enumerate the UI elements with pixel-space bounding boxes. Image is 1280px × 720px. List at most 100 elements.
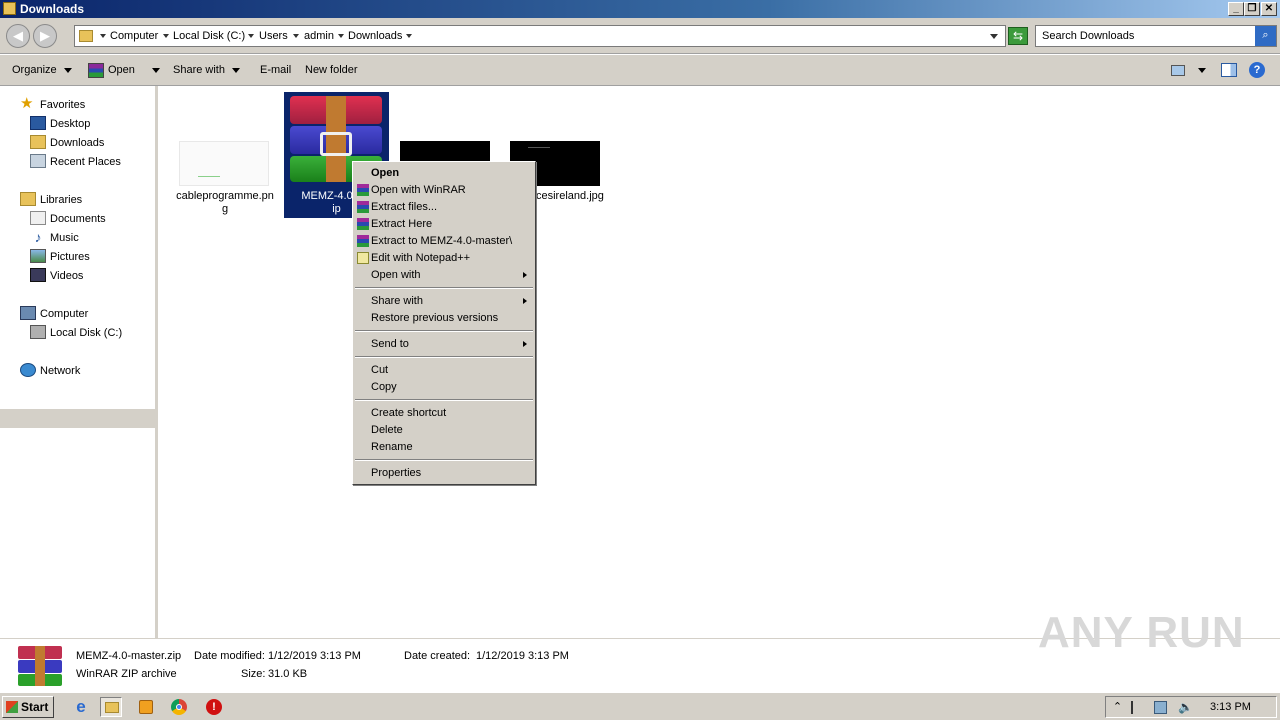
file-name-cont: g	[221, 203, 229, 215]
thumbnail-mark	[528, 147, 550, 148]
refresh-button[interactable]: ⇆	[1008, 27, 1028, 45]
nav-label: Desktop	[50, 118, 91, 130]
file-thumbnail[interactable]	[179, 141, 269, 186]
chevron-down-icon[interactable]	[248, 34, 254, 38]
address-bar[interactable]: Computer Local Disk (C:) Users admin Dow…	[74, 25, 1006, 47]
volume-icon[interactable]: 🔈	[1178, 701, 1193, 714]
chevron-down-icon[interactable]	[406, 34, 412, 38]
email-button[interactable]: E-mail	[260, 64, 291, 76]
chrome-icon[interactable]	[168, 697, 190, 717]
organize-button[interactable]: Organize	[12, 64, 72, 76]
breadcrumb-computer[interactable]: Computer	[110, 30, 158, 42]
menu-item-extract-to[interactable]: Extract to MEMZ-4.0-master\	[371, 235, 512, 247]
thumbnail-mark	[198, 176, 220, 177]
minimize-button[interactable]: _	[1228, 2, 1244, 16]
restore-button[interactable]: ❐	[1244, 2, 1260, 16]
taskbar: Start e ! ⌃ 🔈 3:13 PM	[0, 692, 1280, 720]
back-arrow-icon: ◀	[13, 28, 23, 43]
menu-item-edit-notepad[interactable]: Edit with Notepad++	[371, 252, 470, 264]
notepad-plus-plus-icon	[357, 252, 369, 264]
forward-button[interactable]: ▶	[33, 24, 57, 48]
action-center-flag-icon[interactable]	[1131, 701, 1144, 714]
open-button[interactable]: Open	[108, 64, 135, 76]
menu-item-restore-previous[interactable]: Restore previous versions	[371, 312, 498, 324]
explorer-taskbar-button[interactable]	[100, 697, 122, 717]
open-dropdown[interactable]	[145, 64, 160, 76]
menu-item-copy[interactable]: Copy	[371, 381, 397, 393]
breadcrumb-users[interactable]: Users	[259, 30, 288, 42]
file-name: cesireland.jpg	[536, 190, 604, 202]
chevron-down-icon[interactable]	[100, 34, 106, 38]
breadcrumb-admin[interactable]: admin	[304, 30, 334, 42]
details-date-created: 1/12/2019 3:13 PM	[476, 650, 569, 662]
search-input[interactable]: Search Downloads ⌕	[1035, 25, 1277, 47]
star-icon: ★	[20, 95, 34, 112]
address-history-dropdown[interactable]	[990, 34, 998, 39]
search-icon[interactable]: ⌕	[1255, 26, 1276, 46]
media-player-icon[interactable]	[135, 697, 157, 717]
winrar-icon	[357, 218, 369, 230]
help-icon[interactable]: ?	[1249, 62, 1265, 78]
menu-item-extract-here[interactable]: Extract Here	[371, 218, 432, 230]
system-tray: ⌃ 🔈 3:13 PM	[1105, 696, 1277, 718]
show-hidden-icons-button[interactable]: ⌃	[1111, 701, 1124, 714]
breadcrumb-downloads[interactable]: Downloads	[348, 30, 402, 42]
menu-item-send-to[interactable]: Send to	[371, 338, 409, 350]
preview-pane-icon[interactable]	[1221, 63, 1237, 77]
nav-label: Network	[40, 365, 81, 377]
documents-icon	[30, 211, 46, 225]
nav-label: Recent Places	[50, 156, 121, 168]
internet-explorer-icon[interactable]: e	[70, 697, 92, 717]
menu-item-open[interactable]: Open	[371, 167, 399, 179]
menu-separator	[355, 287, 533, 289]
stop-icon[interactable]: !	[203, 697, 225, 717]
menu-item-share-with[interactable]: Share with	[371, 295, 423, 307]
folder-icon	[3, 2, 16, 15]
nav-label: Videos	[50, 270, 84, 282]
file-item[interactable]: cableprogramme.pn g	[175, 190, 275, 216]
start-button[interactable]: Start	[2, 696, 54, 718]
file-name: cableprogramme.pn	[176, 190, 274, 202]
chevron-down-icon[interactable]	[163, 34, 169, 38]
network-tray-icon[interactable]	[1154, 701, 1167, 714]
submenu-arrow-icon	[523, 341, 527, 347]
hard-disk-icon	[30, 325, 46, 339]
taskbar-clock[interactable]: 3:13 PM	[1210, 701, 1251, 713]
nav-label: Local Disk (C:)	[50, 327, 123, 339]
menu-item-rename[interactable]: Rename	[371, 441, 413, 453]
nav-label: Documents	[50, 213, 106, 225]
menu-item-cut[interactable]: Cut	[371, 364, 388, 376]
details-filetype: WinRAR ZIP archive	[76, 668, 177, 680]
details-filename: MEMZ-4.0-master.zip	[76, 650, 182, 662]
chevron-down-icon[interactable]	[293, 34, 299, 38]
menu-item-extract-files[interactable]: Extract files...	[371, 201, 437, 213]
file-item[interactable]: cesireland.jpg	[536, 190, 606, 203]
share-with-button[interactable]: Share with	[173, 64, 240, 76]
close-button[interactable]: ✕	[1261, 2, 1277, 16]
menu-item-delete[interactable]: Delete	[371, 424, 403, 436]
nav-selection-highlight	[0, 409, 155, 428]
forward-arrow-icon: ▶	[40, 28, 50, 43]
chevron-down-icon[interactable]	[338, 34, 344, 38]
folder-icon	[79, 30, 93, 42]
menu-item-open-with-winrar[interactable]: Open with WinRAR	[371, 184, 466, 196]
file-list: cableprogramme.pn g MEMZ-4.0-ma ip cesir…	[161, 86, 1280, 638]
details-date-modified-label: Date modified:	[194, 650, 265, 662]
view-options-dropdown[interactable]	[1191, 64, 1206, 76]
submenu-arrow-icon	[523, 298, 527, 304]
new-folder-button[interactable]: New folder	[305, 64, 358, 76]
menu-item-properties[interactable]: Properties	[371, 467, 421, 479]
menu-item-create-shortcut[interactable]: Create shortcut	[371, 407, 446, 419]
pictures-icon	[30, 249, 46, 263]
details-date-modified: 1/12/2019 3:13 PM	[268, 650, 361, 662]
menu-item-open-with[interactable]: Open with	[371, 269, 421, 281]
videos-icon	[30, 268, 46, 282]
nav-label: Downloads	[50, 137, 105, 149]
change-view-icon[interactable]	[1171, 65, 1185, 76]
back-button[interactable]: ◀	[6, 24, 30, 48]
window-titlebar: Downloads _ ❐ ✕	[0, 0, 1280, 18]
winrar-icon	[357, 235, 369, 247]
breadcrumb-local-disk[interactable]: Local Disk (C:)	[173, 30, 245, 42]
computer-icon	[20, 306, 36, 320]
menu-separator	[355, 399, 533, 401]
